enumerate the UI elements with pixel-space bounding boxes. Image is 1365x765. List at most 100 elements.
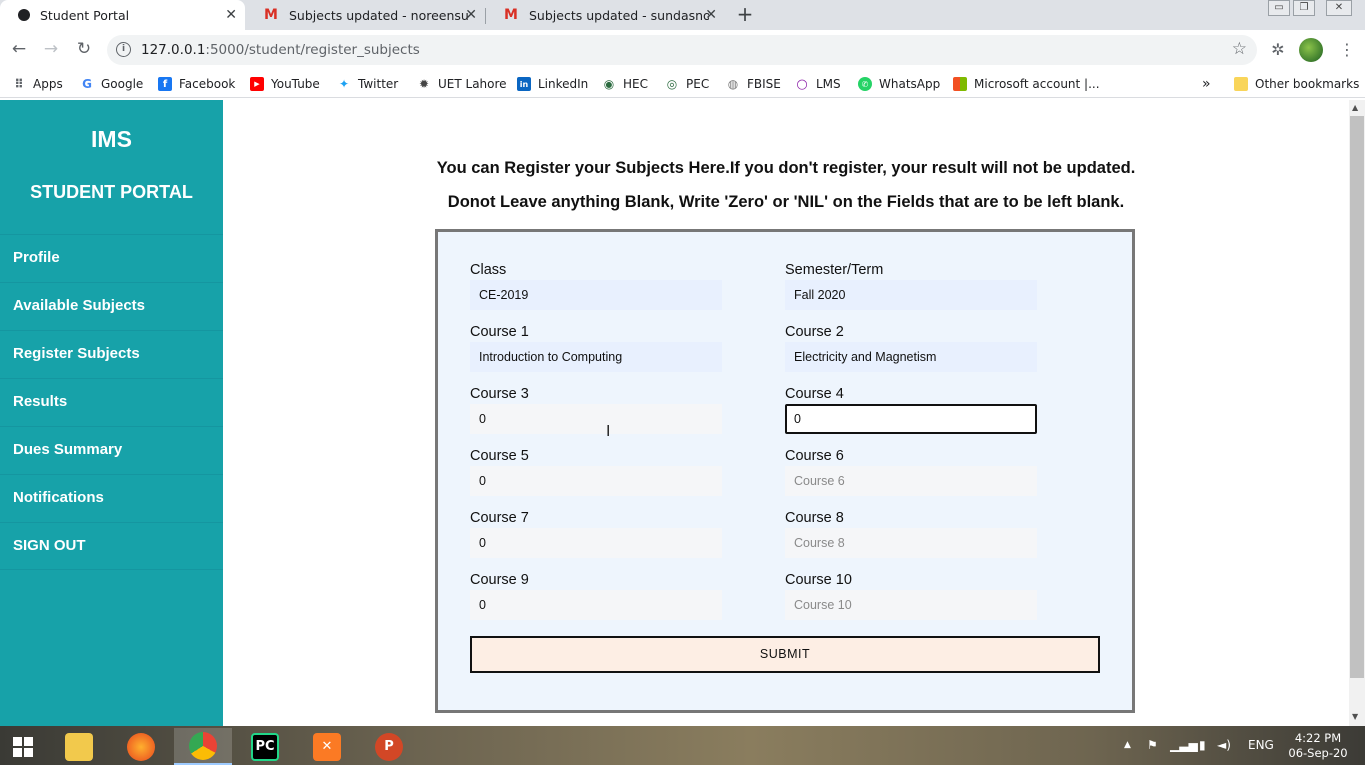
network-signal-icon[interactable]: ▁▃▅ <box>1170 738 1198 752</box>
sidebar-item-results[interactable]: Results <box>0 378 223 426</box>
bookmark-hec[interactable]: ◉ HEC <box>602 75 648 93</box>
site-info-icon[interactable]: i <box>116 42 131 57</box>
forward-arrow-icon[interactable]: → <box>40 38 62 60</box>
url-text[interactable]: 127.0.0.1:5000/student/register_subjects <box>141 42 420 58</box>
bookmark-label: Google <box>101 77 144 91</box>
sidebar-item-profile[interactable]: Profile <box>0 234 223 282</box>
other-bookmarks[interactable]: Other bookmarks <box>1234 75 1359 93</box>
restore-icon[interactable]: ❐ <box>1293 0 1315 16</box>
scroll-up-arrow-icon[interactable]: ▲ <box>1352 103 1358 112</box>
register-subjects-form: Class Semester/Term Course 1 Course 2 Co… <box>435 229 1135 713</box>
taskbar-powerpoint[interactable]: P <box>360 728 418 765</box>
hec-icon: ◉ <box>603 77 615 91</box>
browser-menu-icon[interactable]: ⋮ <box>1339 40 1355 59</box>
windows-taskbar: PC ✕ P ▲ ⚑ ▁▃▅ ▮ ◄) ENG <box>0 726 1365 765</box>
tab-title: Student Portal <box>40 7 130 23</box>
clock-date: 06-Sep-20 <box>1288 746 1348 760</box>
close-tab-icon[interactable]: ✕ <box>705 7 717 23</box>
course-5-input[interactable] <box>470 466 722 496</box>
bookmark-fbise[interactable]: ◍ FBISE <box>726 75 781 93</box>
semester-label: Semester/Term <box>785 262 884 278</box>
bookmark-apps[interactable]: ⠿ Apps <box>12 75 62 93</box>
volume-icon[interactable]: ◄) <box>1217 738 1231 752</box>
tab-title: Subjects updated - noreensunda <box>289 7 469 23</box>
close-window-icon[interactable]: ✕ <box>1326 0 1352 16</box>
taskbar-pycharm[interactable]: PC <box>236 728 294 765</box>
sidebar-item-dues-summary[interactable]: Dues Summary <box>0 426 223 474</box>
profile-avatar[interactable] <box>1299 38 1323 62</box>
page-favicon-icon <box>18 9 30 21</box>
semester-input[interactable] <box>785 280 1037 310</box>
tray-overflow-icon[interactable]: ▲ <box>1124 740 1131 750</box>
close-tab-icon[interactable]: ✕ <box>225 7 237 23</box>
instruction-heading-line-2: Donot Leave anything Blank, Write 'Zero'… <box>447 193 1125 211</box>
minimize-icon[interactable]: ▭ <box>1268 0 1290 16</box>
class-input[interactable] <box>470 280 722 310</box>
submit-button[interactable]: SUBMIT <box>470 636 1100 673</box>
course-1-input[interactable] <box>470 342 722 372</box>
bookmark-whatsapp[interactable]: ✆ WhatsApp <box>858 75 940 93</box>
pycharm-icon: PC <box>251 732 279 761</box>
tab-gmail-sundasnoree[interactable]: M Subjects updated - sundasnoree ✕ <box>485 0 725 30</box>
tab-gmail-noreensunda[interactable]: M Subjects updated - noreensunda ✕ <box>245 0 485 30</box>
scroll-down-arrow-icon[interactable]: ▼ <box>1352 712 1358 721</box>
course-8-input[interactable] <box>785 528 1037 558</box>
bookmark-pec[interactable]: ◎ PEC <box>665 75 709 93</box>
course-4-label: Course 4 <box>785 386 844 402</box>
bookmark-facebook[interactable]: f Facebook <box>158 75 235 93</box>
bookmark-twitter[interactable]: ✦ Twitter <box>337 75 398 93</box>
bookmark-label: Microsoft account |... <box>974 77 1100 91</box>
course-2-label: Course 2 <box>785 324 844 340</box>
url-host: 127.0.0.1 <box>141 42 206 58</box>
sidebar-item-register-subjects[interactable]: Register Subjects <box>0 330 223 378</box>
sidebar-item-notifications[interactable]: Notifications <box>0 474 223 522</box>
reload-icon[interactable]: ↻ <box>73 38 95 60</box>
course-9-input[interactable] <box>470 590 722 620</box>
page-scrollbar[interactable]: ▲ ▼ <box>1349 100 1365 726</box>
language-indicator[interactable]: ENG <box>1248 738 1274 752</box>
scrollbar-thumb[interactable] <box>1350 116 1364 678</box>
course-1-label: Course 1 <box>470 324 529 340</box>
powerpoint-icon: P <box>375 732 403 761</box>
bookmark-uet-lahore[interactable]: ✹ UET Lahore <box>417 75 507 93</box>
extensions-puzzle-icon[interactable]: ✲ <box>1266 38 1290 62</box>
new-tab-button[interactable]: + <box>732 3 758 27</box>
course-3-input[interactable] <box>470 404 722 434</box>
course-2-input[interactable] <box>785 342 1037 372</box>
fbise-icon: ◍ <box>727 77 739 91</box>
bookmark-linkedin[interactable]: in LinkedIn <box>517 75 588 93</box>
bookmarks-overflow-chevron-icon[interactable]: » <box>1202 75 1211 93</box>
bookmark-label: LinkedIn <box>538 77 589 91</box>
back-arrow-icon[interactable]: ← <box>8 38 30 60</box>
course-7-input[interactable] <box>470 528 722 558</box>
address-bar[interactable]: i 127.0.0.1:5000/student/register_subjec… <box>107 35 1257 65</box>
windows-logo-icon <box>13 736 33 757</box>
course-10-input[interactable] <box>785 590 1037 620</box>
taskbar-clock[interactable]: 4:22 PM 06-Sep-20 <box>1280 731 1356 761</box>
taskbar-firefox[interactable] <box>112 728 170 765</box>
course-6-input[interactable] <box>785 466 1037 496</box>
youtube-icon: ▶ <box>250 77 264 91</box>
course-8-label: Course 8 <box>785 510 844 526</box>
bookmark-star-icon[interactable]: ☆ <box>1232 39 1247 59</box>
bookmark-google[interactable]: G Google <box>80 75 143 93</box>
taskbar-xampp[interactable]: ✕ <box>298 728 356 765</box>
sidebar-item-available-subjects[interactable]: Available Subjects <box>0 282 223 330</box>
bookmark-microsoft-account[interactable]: Microsoft account |... <box>953 75 1100 93</box>
bookmark-label: YouTube <box>271 77 320 91</box>
sidebar-divider <box>0 569 223 570</box>
sidebar-item-sign-out[interactable]: SIGN OUT <box>0 522 223 570</box>
gmail-icon: M <box>504 7 518 23</box>
tab-student-portal[interactable]: Student Portal ✕ <box>0 0 245 30</box>
twitter-icon: ✦ <box>338 77 350 91</box>
bookmark-lms[interactable]: ○ LMS <box>795 75 840 93</box>
taskbar-file-explorer[interactable] <box>50 728 108 765</box>
bookmark-youtube[interactable]: ▶ YouTube <box>250 75 320 93</box>
start-button[interactable] <box>0 728 46 765</box>
course-4-input[interactable] <box>785 404 1037 434</box>
facebook-icon: f <box>158 77 172 91</box>
battery-icon[interactable]: ▮ <box>1199 738 1206 752</box>
flag-notification-icon[interactable]: ⚑ <box>1147 738 1158 752</box>
taskbar-chrome[interactable] <box>174 728 232 765</box>
close-tab-icon[interactable]: ✕ <box>465 7 477 23</box>
